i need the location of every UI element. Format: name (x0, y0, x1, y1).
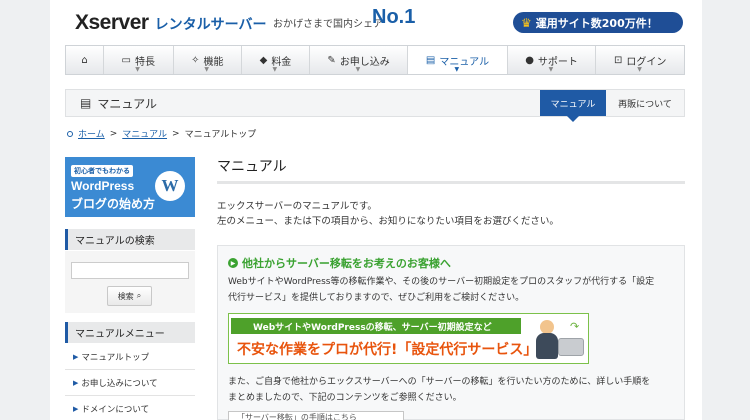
logo-xserver: Xserver (75, 11, 149, 34)
arrow-circle-icon: ▶ (228, 258, 238, 268)
breadcrumb-home[interactable]: ホーム (78, 127, 105, 140)
title-divider (217, 181, 685, 184)
chevron-down-icon: ▼ (135, 66, 140, 73)
curved-arrow-icon: ↷ (570, 320, 580, 333)
chevron-down-icon: ▼ (637, 66, 642, 73)
banner-small-text: 初心者でもわかる (71, 165, 133, 177)
logo-rental-server: レンタルサーバー (154, 17, 267, 33)
arrow-right-icon: ▶ (73, 404, 79, 413)
tag-icon: ◆ (259, 54, 268, 66)
book-icon: ▤ (425, 54, 436, 66)
nav-label: サポート (537, 56, 578, 68)
lock-icon: ⊡ (614, 54, 623, 66)
magic-wand-icon: ✧ (191, 54, 200, 66)
panel-heading-text: 他社からサーバー移転をお考えのお客様へ (242, 257, 451, 270)
panel-description-2: また、ご自身で他社からエックスサーバーへの「サーバーの移転」を行いたい方のために… (228, 374, 678, 406)
chevron-down-icon: ▼ (272, 66, 278, 73)
nav-features[interactable]: ▭ 特長 ▼ (104, 46, 174, 74)
panel-line: また、ご自身で他社からエックスサーバーへの「サーバーの移転」を行いたい方のために… (228, 377, 651, 387)
promo-main-text: 不安な作業をプロが代行!「設定代行サービス」 (237, 342, 538, 358)
search-button-label: 検索 (117, 291, 134, 301)
chevron-down-icon: ▼ (355, 66, 361, 73)
arrow-right-icon: ▶ (73, 352, 79, 361)
breadcrumb-sep: > (172, 128, 180, 139)
person-icon: ● (525, 54, 534, 66)
search-input[interactable] (71, 262, 189, 279)
setup-service-banner[interactable]: WebサイトやWordPressの移転、サーバー初期設定など 不安な作業をプロが… (228, 313, 589, 364)
nav-signup[interactable]: ✎ お申し込み ▼ (310, 46, 409, 74)
panel-line: 代行サービス」を提供しておりますので、ぜひご利用をご検討ください。 (228, 293, 525, 303)
nav-home[interactable]: ⌂ (66, 46, 104, 74)
no1-text: No.1 (372, 6, 416, 28)
panel-heading: ▶ 他社からサーバー移転をお考えのお客様へ (228, 255, 451, 271)
banner-wordpress-text: WordPress (71, 179, 135, 193)
breadcrumb-manual[interactable]: マニュアル (122, 127, 167, 140)
tab-resale[interactable]: 再販について (606, 90, 684, 116)
section-title-bar: ▤ マニュアル マニュアル 再販について (65, 89, 685, 122)
sidebar-item-domain[interactable]: ▶ ドメインについて (65, 396, 195, 420)
nav-pricing[interactable]: ◆ 料金 ▼ (242, 46, 310, 74)
sidebar-item-label: お申し込みについて (81, 378, 158, 389)
chevron-down-icon: ▼ (454, 66, 460, 73)
page-title: マニュアル (217, 159, 287, 175)
panel-line: まとめましたので、下記のコンテンツをご参照ください。 (228, 393, 462, 403)
sidebar-item-signup[interactable]: ▶ お申し込みについて (65, 370, 195, 396)
nav-login[interactable]: ⊡ ログイン ▼ (596, 46, 684, 74)
breadcrumb-current: マニュアルトップ (184, 130, 257, 140)
sidebar-item-label: ドメインについて (81, 404, 150, 415)
intro-line: エックスサーバーのマニュアルです。 (217, 201, 377, 212)
tab-manual[interactable]: マニュアル (540, 90, 606, 122)
staff-person-icon (534, 320, 560, 360)
wordpress-logo-icon: W (155, 171, 185, 201)
nav-label: マニュアル (439, 56, 490, 68)
sidebar-menu-title: マニュアルメニュー (65, 322, 195, 343)
section-title-text: マニュアル (97, 96, 157, 111)
server-disk-icon (558, 338, 584, 356)
promo-top-text: WebサイトやWordPressの移転、サーバー初期設定など (231, 318, 521, 334)
pencil-icon: ✎ (327, 54, 336, 66)
site-logo[interactable]: Xserver レンタルサーバー (75, 11, 266, 35)
intro-text: エックスサーバーのマニュアルです。 左のメニュー、または下の項目から、お知りにな… (217, 199, 559, 229)
crown-icon: ♛ (521, 15, 532, 30)
migration-steps-button[interactable]: 「サーバー移転」の手順はこちら (228, 411, 404, 420)
tagline-no1-badge: No.1 (372, 6, 415, 29)
global-nav: ⌂ ▭ 特長 ▼ ✧ 機能 ▼ ◆ 料金 ▼ ✎ お申し込み ▼ ▤ マニュアル… (65, 45, 685, 75)
nav-label: お申し込み (339, 56, 390, 68)
nav-support[interactable]: ● サポート ▼ (508, 46, 597, 74)
section-title: ▤ マニュアル (66, 95, 540, 112)
sidebar-item-manual-top[interactable]: ▶ マニュアルトップ (65, 344, 195, 370)
search-icon: ⌕ (136, 291, 142, 300)
circle-icon (67, 130, 73, 137)
search-button[interactable]: 検索 ⌕ (107, 286, 152, 306)
panel-line: WebサイトやWordPress等の移転作業や、その後のサーバー初期設定をプロの… (228, 277, 655, 287)
nav-label: ログイン (626, 56, 667, 68)
site-count-badge: ♛ 運用サイト数200万件！ (513, 12, 683, 33)
banner-guide-text: ブログの始め方 (71, 197, 156, 211)
wordpress-guide-banner[interactable]: 初心者でもわかる WordPress ブログの始め方 W (65, 157, 195, 217)
tagline-share: おかげさまで国内シェア (273, 19, 383, 30)
book-icon: ▤ (80, 96, 92, 110)
breadcrumb: ホーム > マニュアル > マニュアルトップ (67, 127, 256, 140)
monitor-icon: ▭ (121, 54, 131, 66)
panel-description: WebサイトやWordPress等の移転作業や、その後のサーバー初期設定をプロの… (228, 274, 678, 306)
intro-line: 左のメニュー、または下の項目から、お知りになりたい項目をお選びください。 (217, 216, 559, 227)
home-icon: ⌂ (81, 54, 88, 66)
sidebar-item-label: マニュアルトップ (81, 352, 150, 363)
breadcrumb-sep: > (109, 128, 118, 139)
nav-manual[interactable]: ▤ マニュアル ▼ (408, 46, 508, 74)
sidebar-search-title: マニュアルの検索 (65, 229, 195, 250)
site-count-text: 運用サイト数200万件！ (535, 16, 658, 30)
chevron-down-icon: ▼ (204, 66, 209, 73)
chevron-down-icon: ▼ (548, 66, 554, 73)
arrow-right-icon: ▶ (73, 378, 79, 387)
nav-functions[interactable]: ✧ 機能 ▼ (174, 46, 243, 74)
